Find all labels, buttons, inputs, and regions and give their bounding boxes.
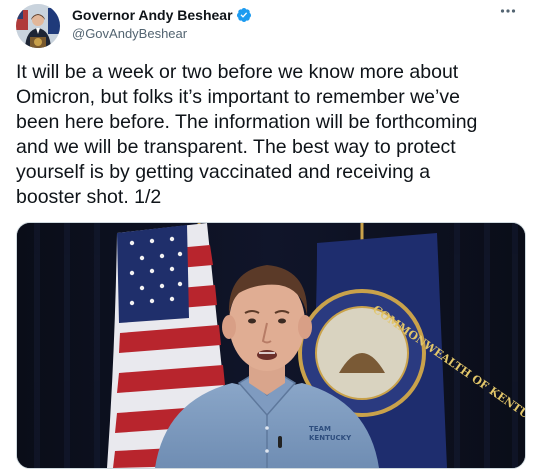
shirt-logo-line1: TEAM	[309, 425, 331, 433]
avatar-image	[16, 4, 60, 48]
name-row: Governor Andy Beshear	[72, 5, 252, 25]
shirt-logo-line2: KENTUCKY	[309, 434, 352, 442]
tweet-header: Governor Andy Beshear @GovAndyBeshear	[72, 5, 252, 43]
avatar[interactable]	[16, 4, 60, 48]
video-thumbnail: COMMONWEALTH OF KENTUCKY	[17, 223, 525, 468]
tweet-text: It will be a week or two before we know …	[16, 61, 478, 208]
user-handle[interactable]: @GovAndyBeshear	[72, 25, 252, 43]
display-name[interactable]: Governor Andy Beshear	[72, 5, 233, 25]
more-options-icon[interactable]	[496, 2, 520, 26]
tweet: Governor Andy Beshear @GovAndyBeshear It…	[0, 0, 534, 469]
ellipsis-icon	[500, 9, 516, 13]
tweet-media[interactable]: COMMONWEALTH OF KENTUCKY	[16, 222, 526, 469]
verified-badge-icon	[236, 8, 251, 22]
